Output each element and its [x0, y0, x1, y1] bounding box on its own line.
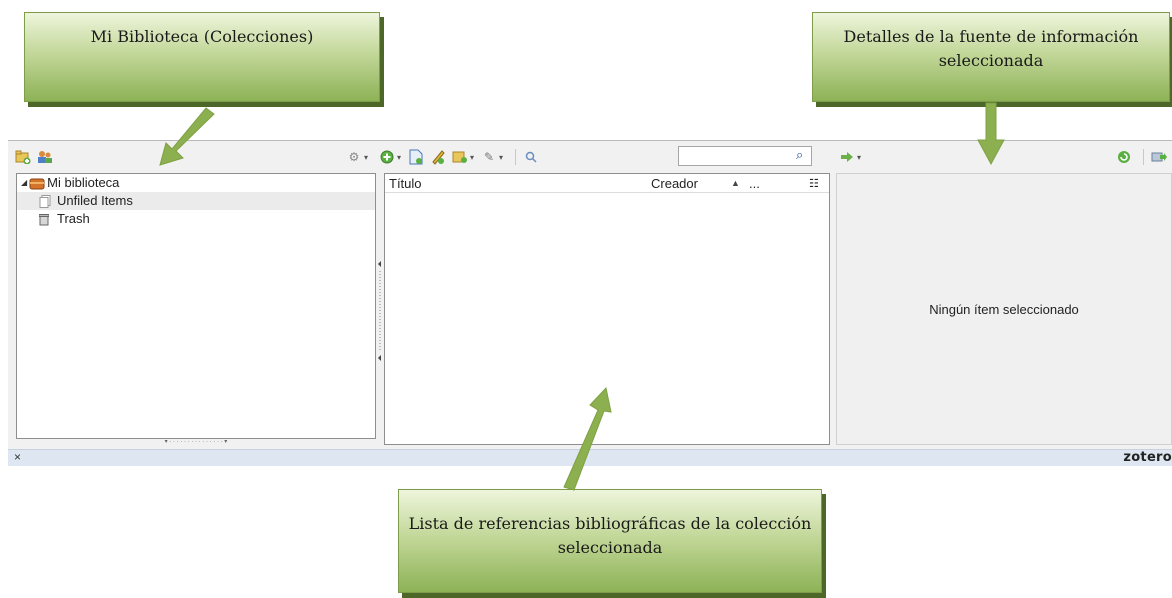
zotero-logo: zotero: [1123, 450, 1172, 465]
item-details-pane: Ningún ítem seleccionado: [836, 173, 1172, 445]
close-icon[interactable]: ×: [14, 450, 21, 464]
column-picker-icon[interactable]: ☷: [809, 177, 819, 190]
details-toolbar: ▾: [838, 146, 1172, 168]
add-by-identifier-icon[interactable]: [407, 148, 425, 166]
library-icon: [29, 177, 45, 190]
items-header: Título Creador ▲ ... ☷: [385, 174, 829, 193]
chevron-down-icon: ▾: [363, 152, 368, 162]
chevron-down-icon: ▾: [499, 152, 504, 162]
tree-item-unfiled[interactable]: Unfiled Items: [17, 192, 375, 210]
chevron-down-icon: ▾: [397, 152, 402, 162]
new-item-icon[interactable]: [378, 148, 396, 166]
locate-icon[interactable]: [838, 148, 856, 166]
tree-item-trash[interactable]: Trash: [17, 210, 375, 228]
items-toolbar: ▾ ▾ ✎ ▾ ⌕: [378, 146, 818, 168]
column-more[interactable]: ...: [749, 176, 760, 191]
toolbar-divider: [515, 149, 517, 165]
new-group-icon[interactable]: [36, 148, 54, 166]
advanced-search-icon[interactable]: [522, 148, 540, 166]
tree-item-label: Trash: [57, 211, 90, 226]
search-icon[interactable]: ⌕: [796, 147, 803, 163]
new-note-icon[interactable]: [429, 148, 447, 166]
paperclip-icon[interactable]: ✎: [480, 148, 498, 166]
collections-toolbar: ⚙ ▾: [14, 146, 374, 168]
collapse-triangle-icon[interactable]: ◢: [21, 174, 27, 192]
collections-splitter[interactable]: ▾ · · · · · · · · · · · · · · · ▾: [142, 439, 250, 445]
status-bar: × zotero: [8, 449, 1172, 466]
items-list: Título Creador ▲ ... ☷: [384, 173, 830, 445]
pane-splitter[interactable]: [377, 261, 382, 361]
chevron-down-icon: ▾: [857, 152, 862, 162]
tree-item-label: Unfiled Items: [57, 193, 133, 208]
column-creator-header[interactable]: Creador: [651, 176, 698, 191]
fullscreen-icon[interactable]: [1150, 148, 1168, 166]
callout-items-list: Lista de referencias bibliográficas de l…: [398, 489, 822, 593]
column-title-header[interactable]: Título: [389, 176, 422, 191]
collections-tree: ◢ Mi biblioteca Unfiled Items Trash: [16, 173, 376, 439]
unfiled-icon: [39, 195, 53, 208]
callout-my-library: Mi Biblioteca (Colecciones): [24, 12, 380, 102]
sort-ascending-icon: ▲: [731, 178, 740, 188]
gear-icon[interactable]: ⚙: [345, 148, 363, 166]
toolbar-divider: [1143, 149, 1144, 165]
attach-icon[interactable]: [451, 148, 469, 166]
callout-items-list-text: Lista de referencias bibliográficas de l…: [408, 514, 812, 557]
search-input[interactable]: [678, 146, 812, 166]
trash-icon: [38, 213, 53, 226]
tree-item-my-library[interactable]: ◢ Mi biblioteca: [17, 174, 375, 192]
tree-item-label: Mi biblioteca: [47, 175, 120, 190]
no-selection-message: Ningún ítem seleccionado: [929, 302, 1079, 317]
callout-item-details-text: Detalles de la fuente de información sel…: [843, 27, 1139, 70]
chevron-down-icon: ▾: [470, 152, 475, 162]
callout-item-details: Detalles de la fuente de información sel…: [812, 12, 1170, 102]
callout-my-library-text: Mi Biblioteca (Colecciones): [90, 27, 314, 46]
zotero-window: ⚙ ▾ ▾ ▾ ✎ ▾ ⌕ ▾ ◢ Mi biblioteca Unfiled …: [8, 140, 1172, 466]
sync-icon[interactable]: [1115, 148, 1133, 166]
new-collection-icon[interactable]: [14, 148, 32, 166]
